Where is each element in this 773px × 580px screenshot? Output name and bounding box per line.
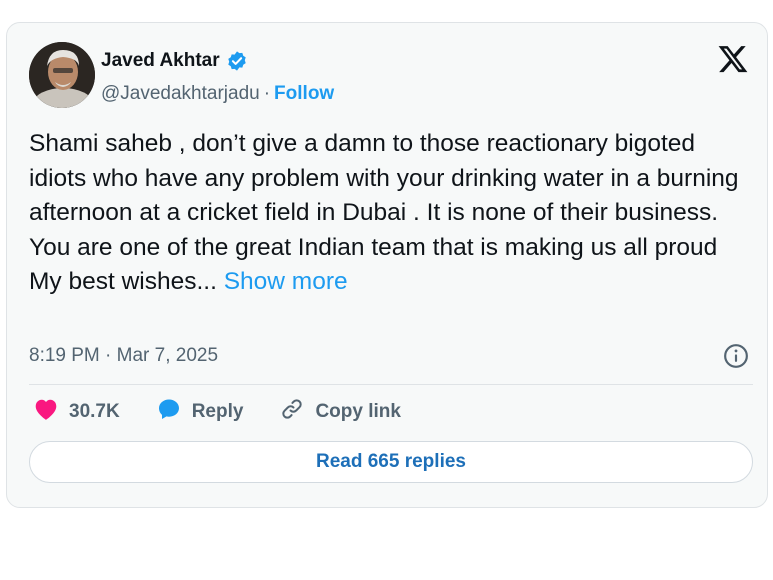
avatar-image [29, 42, 95, 108]
x-logo-icon[interactable] [717, 43, 749, 75]
link-icon [279, 397, 305, 427]
heart-icon [33, 397, 59, 427]
copy-link-label: Copy link [315, 401, 401, 422]
author-name-row: Javed Akhtar [101, 50, 248, 72]
reply-bubble-icon [156, 397, 182, 427]
tweet-timestamp[interactable]: 8:19 PM · Mar 7, 2025 [29, 345, 218, 367]
divider [29, 384, 753, 385]
info-icon[interactable] [723, 343, 749, 369]
like-button[interactable]: 30.7K [33, 397, 120, 427]
reply-button[interactable]: Reply [156, 397, 244, 427]
author-handle[interactable]: @Javedakhtarjadu [101, 83, 260, 105]
tweet-text: Shami saheb , don’t give a damn to those… [29, 127, 741, 300]
handle-row: @Javedakhtarjadu · Follow [101, 83, 334, 105]
action-bar: 30.7K Reply Copy link [33, 397, 437, 427]
avatar[interactable] [29, 42, 95, 108]
read-replies-button[interactable]: Read 665 replies [29, 441, 753, 483]
follow-link[interactable]: Follow [274, 83, 334, 105]
tweet-embed-card: Javed Akhtar @Javedakhtarjadu · Follow S… [6, 22, 768, 508]
reply-label: Reply [191, 401, 244, 422]
copy-link-button[interactable]: Copy link [279, 397, 401, 427]
like-count: 30.7K [69, 401, 120, 422]
show-more-link[interactable]: Show more [224, 268, 348, 295]
tweet-body: Shami saheb , don’t give a damn to those… [29, 130, 739, 295]
separator-dot: · [263, 83, 271, 104]
author-name[interactable]: Javed Akhtar [101, 50, 220, 72]
verified-badge-icon [226, 50, 248, 72]
read-replies-label: Read 665 replies [316, 451, 466, 472]
